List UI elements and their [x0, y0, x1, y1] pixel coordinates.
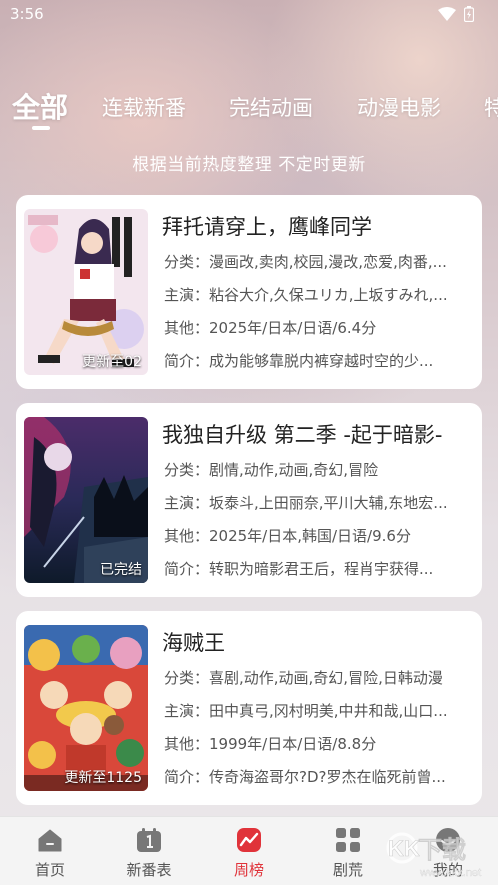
tab-all[interactable]: 全部	[12, 86, 68, 126]
status-bar: 3:56	[0, 0, 498, 30]
anime-title: 海贼王	[162, 631, 225, 655]
active-tab-indicator	[32, 126, 50, 130]
wifi-icon	[438, 7, 456, 21]
nav-label: 剧荒	[332, 861, 363, 879]
poster-image: 更新至02	[24, 209, 148, 375]
status-time: 3:56	[10, 5, 44, 23]
category-row: 分类：剧情,动作,动画,奇幻,冒险	[164, 461, 379, 479]
poster-image: 更新至1125	[24, 625, 148, 791]
svg-text:KK: KK	[388, 836, 420, 861]
cast-row: 主演：粘谷大介,久保ユリカ,上坂すみれ,...	[164, 286, 448, 304]
cast-row: 主演：田中真弓,冈村明美,中井和哉,山口...	[164, 702, 448, 720]
category-tabs: 全部 连载新番 完结动画 动漫电影 特	[0, 82, 498, 132]
status-badge: 已完结	[100, 562, 142, 578]
other-info-row: 其他：1999年/日本/日语/8.8分	[164, 735, 377, 753]
status-icons	[438, 6, 474, 22]
calendar-icon	[137, 828, 161, 852]
battery-icon	[464, 6, 474, 22]
intro-row: 简介：转职为暗影君王后，程肖宇获得...	[164, 560, 434, 578]
grid-icon	[336, 828, 360, 852]
tab-movies[interactable]: 动漫电影	[357, 92, 441, 122]
nav-binge[interactable]: 剧荒	[307, 817, 387, 885]
intro-row: 简介：成为能够靠脱内裤穿越时空的少...	[164, 352, 434, 370]
tab-completed[interactable]: 完结动画	[229, 92, 313, 122]
other-info-row: 其他：2025年/日本/日语/6.4分	[164, 319, 377, 337]
tab-ongoing[interactable]: 连载新番	[102, 92, 186, 122]
nav-weekly-chart[interactable]: 周榜	[208, 817, 288, 885]
category-row: 分类：喜剧,动作,动画,奇幻,冒险,日韩动漫	[164, 669, 443, 687]
category-row: 分类：漫画改,卖肉,校园,漫改,恋爱,肉番,...	[164, 253, 447, 271]
tab-special[interactable]: 特	[484, 92, 498, 122]
svg-text:下载: 下载	[418, 836, 466, 864]
update-badge: 更新至1125	[64, 770, 142, 786]
other-info-row: 其他：2025年/日本,韩国/日语/9.6分	[164, 527, 411, 545]
anime-card[interactable]: 更新至02 拜托请穿上，鹰峰同学 分类：漫画改,卖肉,校园,漫改,恋爱,肉番,.…	[16, 195, 482, 389]
svg-text:www.kkx.net: www.kkx.net	[419, 867, 481, 879]
intro-row: 简介：传奇海盗哥尔?D?罗杰在临死前曾...	[164, 768, 446, 786]
anime-card[interactable]: 更新至1125 海贼王 分类：喜剧,动作,动画,奇幻,冒险,日韩动漫 主演：田中…	[16, 611, 482, 805]
nav-label: 周榜	[233, 861, 264, 879]
home-icon	[38, 829, 62, 852]
anime-title: 拜托请穿上，鹰峰同学	[162, 215, 372, 239]
nav-label: 首页	[34, 861, 65, 879]
poster-image: 已完结	[24, 417, 148, 583]
watermark-logo: KK 下载 www.kkx.net	[386, 832, 481, 879]
nav-label: 新番表	[126, 861, 172, 879]
trend-chart-icon	[237, 828, 261, 852]
anime-card[interactable]: 已完结 我独自升级 第二季 -起于暗影- 分类：剧情,动作,动画,奇幻,冒险 主…	[16, 403, 482, 597]
anime-title: 我独自升级 第二季 -起于暗影-	[162, 423, 443, 447]
nav-new-season[interactable]: 新番表	[108, 817, 188, 885]
nav-home[interactable]: 首页	[9, 817, 89, 885]
ranking-subtitle: 根据当前热度整理 不定时更新	[132, 155, 366, 175]
cast-row: 主演：坂泰斗,上田丽奈,平川大辅,东地宏...	[164, 494, 448, 512]
update-badge: 更新至02	[82, 354, 142, 370]
